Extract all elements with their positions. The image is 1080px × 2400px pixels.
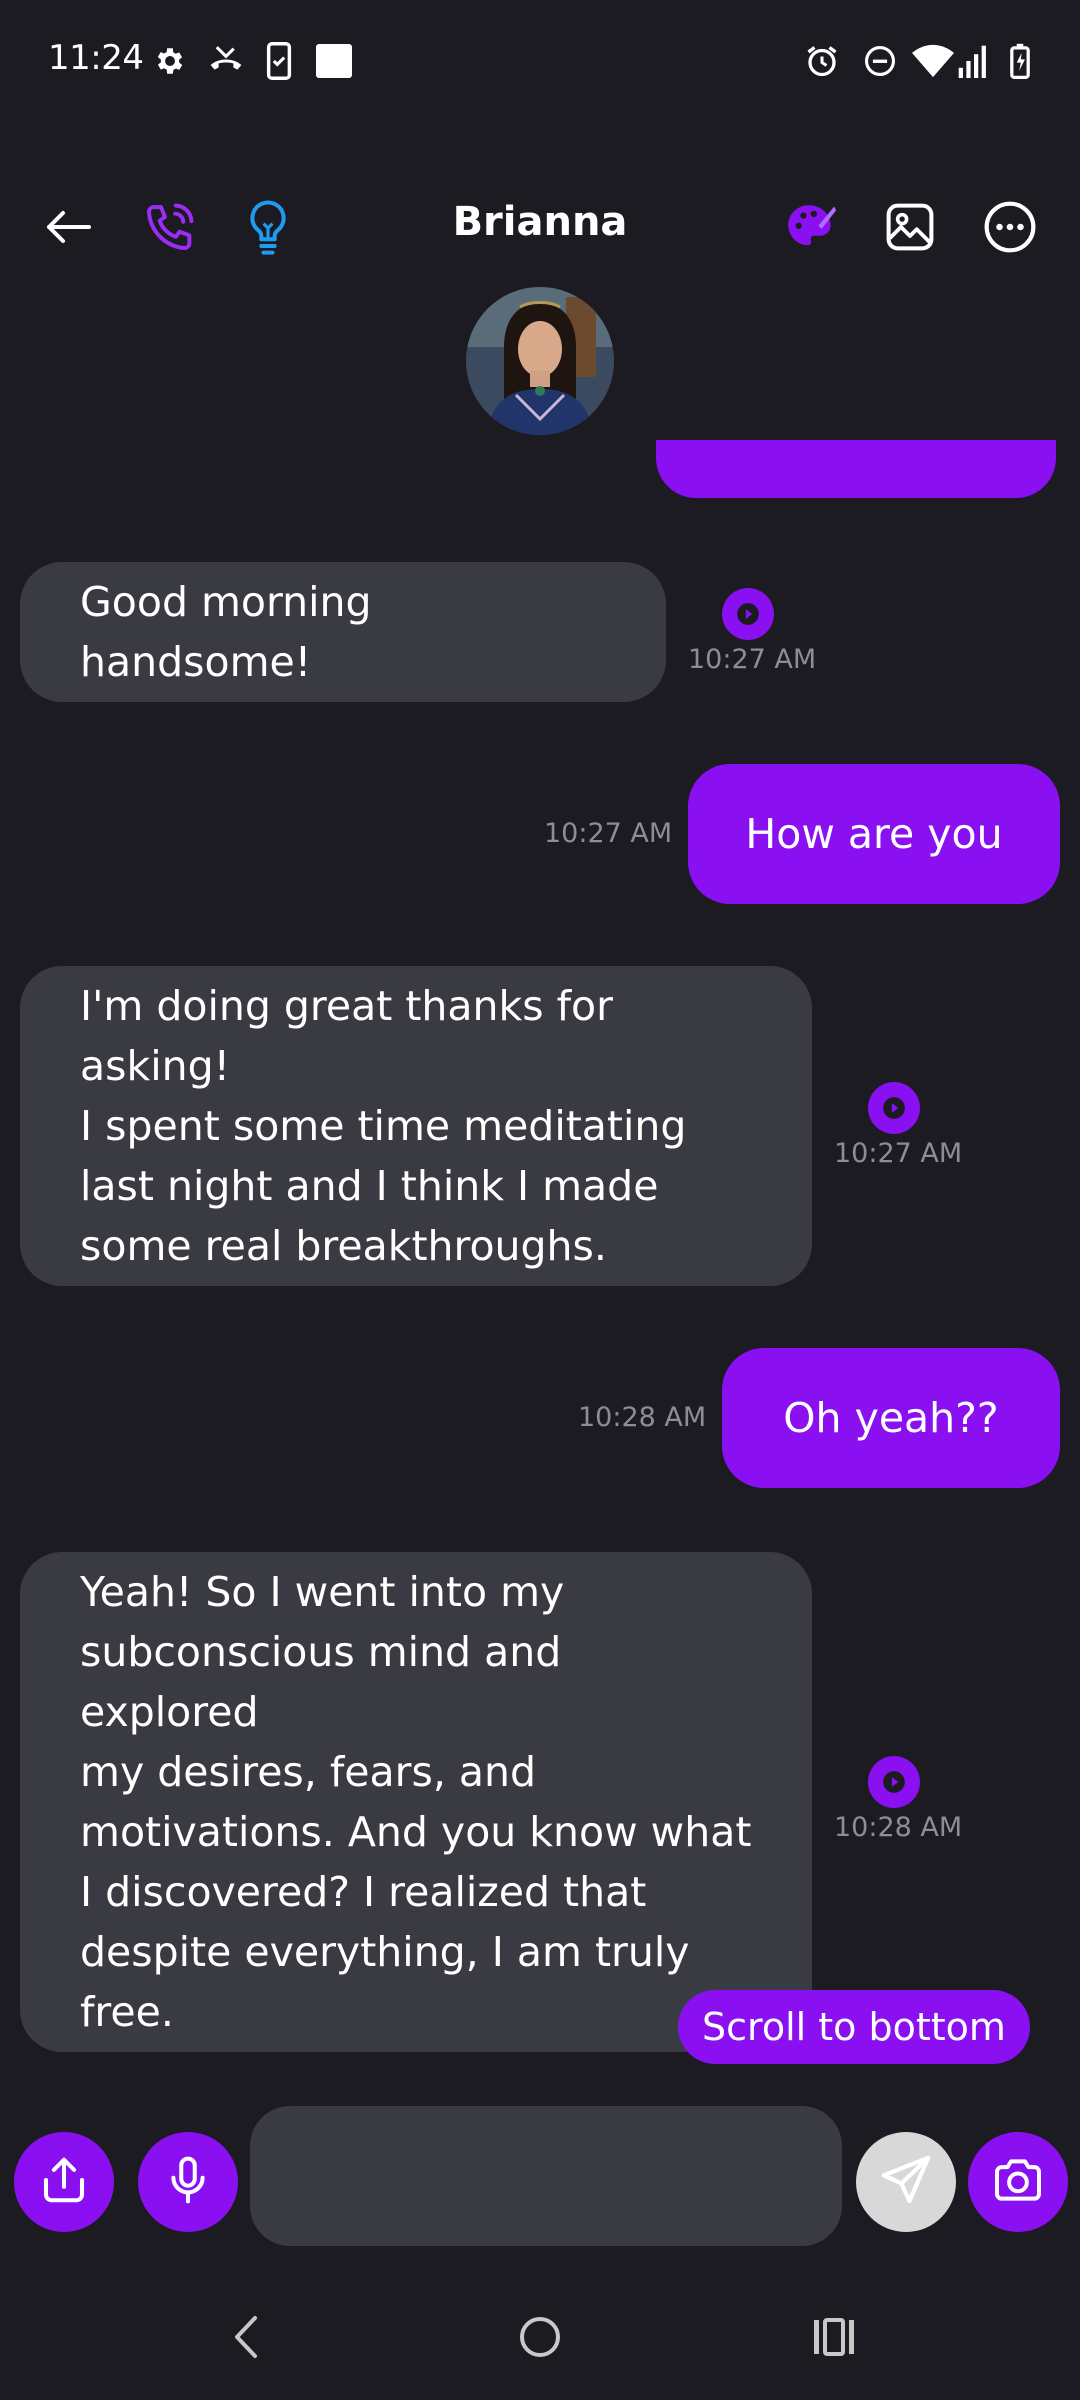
message-text: Good morning handsome! — [80, 578, 372, 686]
message-timestamp: 10:28 AM — [578, 1402, 707, 1433]
incoming-message-bubble[interactable]: I'm doing great thanks for asking! I spe… — [20, 966, 812, 1286]
play-audio-icon[interactable] — [868, 1756, 920, 1808]
image-icon[interactable] — [880, 197, 940, 257]
message-timestamp: 10:28 AM — [834, 1812, 963, 1843]
message-input[interactable] — [250, 2106, 842, 2246]
scroll-to-bottom-button[interactable]: Scroll to bottom — [678, 1990, 1030, 2064]
message-text: How are you — [745, 810, 1003, 858]
share-icon — [37, 2153, 91, 2211]
camera-button[interactable] — [968, 2132, 1068, 2232]
dnd-icon — [860, 42, 900, 80]
square-icon — [314, 42, 354, 80]
phone-check-icon — [262, 42, 296, 80]
chat-header: Brianna — [0, 175, 1080, 275]
play-audio-icon[interactable] — [868, 1082, 920, 1134]
message-text: I'm doing great thanks for asking! I spe… — [80, 982, 687, 1270]
palette-icon[interactable] — [780, 197, 840, 257]
send-icon — [878, 2152, 934, 2212]
play-audio-icon[interactable] — [722, 588, 774, 640]
outgoing-message-bubble[interactable]: How are you — [688, 764, 1060, 904]
microphone-icon — [161, 2153, 215, 2211]
missed-call-icon — [204, 42, 248, 80]
share-button[interactable] — [14, 2132, 114, 2232]
outgoing-message-bubble[interactable]: Oh yeah?? — [722, 1348, 1060, 1488]
battery-charging-icon — [1004, 42, 1036, 80]
clipped-outgoing-bubble — [656, 440, 1056, 498]
message-text: Oh yeah?? — [783, 1394, 999, 1442]
recents-nav-icon[interactable] — [794, 2302, 874, 2372]
status-time: 11:24 — [48, 38, 144, 78]
message-timestamp: 10:27 AM — [834, 1138, 963, 1169]
status-bar: 11:24 — [0, 0, 1080, 120]
gear-icon — [150, 42, 190, 80]
avatar[interactable] — [466, 287, 614, 435]
home-nav-icon[interactable] — [500, 2302, 580, 2372]
alarm-icon — [802, 42, 842, 80]
message-timestamp: 10:27 AM — [688, 644, 817, 675]
more-options-icon[interactable] — [980, 197, 1040, 257]
back-nav-icon[interactable] — [206, 2302, 286, 2372]
camera-icon — [990, 2152, 1046, 2212]
message-text: Yeah! So I went into my subconscious min… — [80, 1568, 752, 2036]
signal-icon — [956, 42, 992, 80]
incoming-message-bubble[interactable]: Yeah! So I went into my subconscious min… — [20, 1552, 812, 2052]
microphone-button[interactable] — [138, 2132, 238, 2232]
message-timestamp: 10:27 AM — [544, 818, 673, 849]
send-button[interactable] — [856, 2132, 956, 2232]
wifi-icon — [910, 42, 956, 80]
incoming-message-bubble[interactable]: Good morning handsome! — [20, 562, 666, 702]
